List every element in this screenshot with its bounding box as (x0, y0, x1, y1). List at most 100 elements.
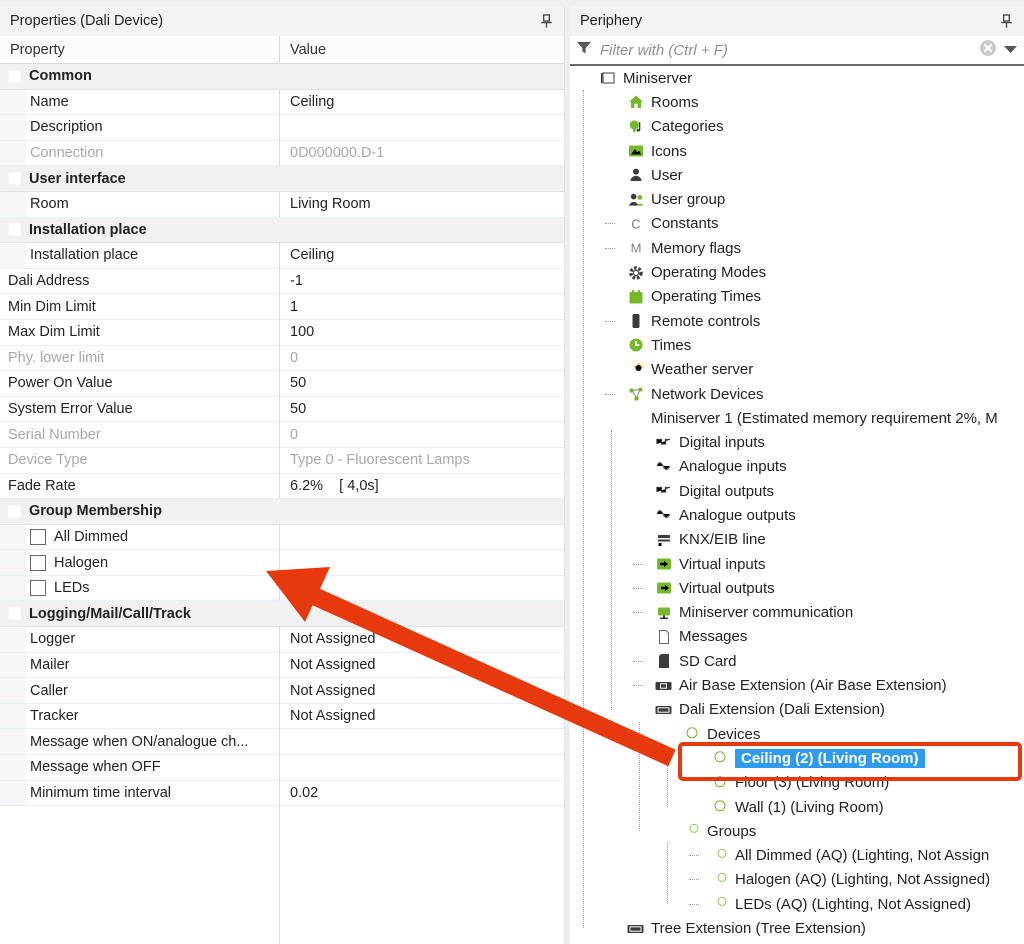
tree-item-devices[interactable]: NDevices (570, 722, 1024, 746)
column-header-value[interactable]: Value (280, 36, 564, 63)
chevron-down-icon[interactable] (1003, 41, 1018, 59)
section-group-membership[interactable]: Group Membership (0, 499, 564, 525)
pin-icon[interactable] (538, 13, 554, 29)
tree-item-digital-outputs[interactable]: Digital outputs (570, 479, 1024, 503)
tree-item-all-dimmed[interactable]: NAll Dimmed (AQ) (Lighting, Not Assign (570, 844, 1024, 868)
checkbox-leds[interactable] (30, 580, 46, 596)
property-value-cell[interactable]: Ceiling (280, 90, 564, 116)
expand-plus-icon[interactable] (605, 920, 618, 937)
tree-item-user-group[interactable]: User group (570, 187, 1024, 211)
tree-item-memory-flags[interactable]: MMemory flags (570, 236, 1024, 260)
tree-item-groups[interactable]: NGroups (570, 819, 1024, 843)
expand-plus-icon[interactable] (689, 750, 702, 767)
property-value-cell[interactable]: 100 (280, 320, 564, 346)
tree-item-operating-times[interactable]: Operating Times (570, 285, 1024, 309)
checkbox-all-dimmed[interactable] (30, 529, 46, 545)
tree-item-icons[interactable]: Icons (570, 139, 1024, 163)
tree-item-miniserver-communication[interactable]: Miniserver communication (570, 601, 1024, 625)
expand-plus-icon[interactable] (633, 434, 646, 451)
property-value-cell[interactable]: Not Assigned (280, 627, 564, 653)
expand-plus-icon[interactable] (689, 799, 702, 816)
expand-plus-icon[interactable] (633, 531, 646, 548)
tree-item-messages[interactable]: LOGMessages (570, 625, 1024, 649)
tree-item-knx-eib-line[interactable]: KNX/EIB line (570, 528, 1024, 552)
tree-item-tree-extension[interactable]: TREETree Extension (Tree Extension) (570, 916, 1024, 940)
property-value-cell[interactable]: 1 (280, 294, 564, 320)
property-value-cell[interactable]: Not Assigned (280, 704, 564, 730)
pin-icon[interactable] (998, 13, 1014, 29)
checkbox-halogen[interactable] (30, 555, 46, 571)
tree-item-user[interactable]: User (570, 163, 1024, 187)
collapse-minus-icon[interactable] (605, 410, 618, 427)
tree-item-halogen[interactable]: NHalogen (AQ) (Lighting, Not Assigned) (570, 868, 1024, 892)
collapse-minus-icon[interactable] (633, 701, 646, 718)
property-value-cell[interactable] (280, 755, 564, 781)
collapse-minus-icon[interactable] (8, 505, 21, 518)
property-value-cell[interactable] (280, 525, 564, 551)
tree-item-remote-controls[interactable]: Remote controls (570, 309, 1024, 333)
tree-item-air-base-extension[interactable]: AAir Base Extension (Air Base Extension) (570, 673, 1024, 697)
tree-item-leds[interactable]: NLEDs (AQ) (Lighting, Not Assigned) (570, 892, 1024, 916)
collapse-minus-icon[interactable] (661, 823, 674, 840)
tree-item-analogue-inputs[interactable]: Analogue inputs (570, 455, 1024, 479)
tree-item-dali-extension[interactable]: DALIDali Extension (Dali Extension) (570, 698, 1024, 722)
expand-plus-icon[interactable] (605, 167, 618, 184)
property-value-cell[interactable]: 50 (280, 371, 564, 397)
expand-plus-icon[interactable] (605, 337, 618, 354)
tree-item-analogue-outputs[interactable]: Analogue outputs (570, 503, 1024, 527)
tree-item-operating-modes[interactable]: Operating Modes (570, 260, 1024, 284)
property-value-cell[interactable]: Living Room (280, 192, 564, 218)
section-common[interactable]: Common (0, 64, 564, 90)
expand-plus-icon[interactable] (605, 361, 618, 378)
expand-plus-icon[interactable] (605, 191, 618, 208)
property-value-cell[interactable]: 0 (280, 346, 564, 372)
collapse-minus-icon[interactable] (8, 172, 21, 185)
section-user-interface[interactable]: User interface (0, 166, 564, 192)
expand-plus-icon[interactable] (633, 483, 646, 500)
property-value-cell[interactable]: Not Assigned (280, 678, 564, 704)
section-installation-place[interactable]: Installation place (0, 218, 564, 244)
clear-circle-icon[interactable] (979, 39, 997, 62)
expand-plus-icon[interactable] (605, 143, 618, 160)
tree-item-ceiling[interactable]: NCeiling (2) (Living Room) (570, 746, 1024, 770)
collapse-minus-icon[interactable] (8, 607, 21, 620)
tree-item-miniserver-1[interactable]: Miniserver 1 (Estimated memory requireme… (570, 406, 1024, 430)
tree-item-constants[interactable]: CConstants (570, 212, 1024, 236)
tree-item-sd-card[interactable]: SD Card (570, 649, 1024, 673)
tree-item-virtual-inputs[interactable]: Virtual inputs (570, 552, 1024, 576)
collapse-minus-icon[interactable] (8, 70, 21, 83)
property-value-cell[interactable]: Ceiling (280, 243, 564, 269)
tree-item-weather-server[interactable]: Weather server (570, 358, 1024, 382)
expand-plus-icon[interactable] (605, 264, 618, 281)
property-value-cell[interactable]: 0D000000.D-1 (280, 141, 564, 167)
expand-plus-icon[interactable] (689, 774, 702, 791)
collapse-minus-icon[interactable] (661, 726, 674, 743)
property-value-cell[interactable] (280, 550, 564, 576)
expand-plus-icon[interactable] (605, 94, 618, 111)
expand-plus-icon[interactable] (605, 118, 618, 135)
property-value-cell[interactable] (280, 115, 564, 141)
expand-plus-icon[interactable] (633, 507, 646, 524)
expand-plus-icon[interactable] (633, 458, 646, 475)
section-logging-mail-call-track[interactable]: Logging/Mail/Call/Track (0, 601, 564, 627)
property-value-cell[interactable]: 0 (280, 422, 564, 448)
expand-plus-icon[interactable] (605, 288, 618, 305)
column-header-property[interactable]: Property (0, 36, 280, 63)
property-value-cell[interactable] (280, 729, 564, 755)
expand-plus-icon[interactable] (633, 628, 646, 645)
property-value-cell[interactable]: Not Assigned (280, 653, 564, 679)
property-value-cell[interactable]: 50 (280, 397, 564, 423)
property-value-cell[interactable] (280, 576, 564, 602)
property-value-cell[interactable]: -1 (280, 269, 564, 295)
tree-item-times[interactable]: Times (570, 333, 1024, 357)
tree-item-floor[interactable]: NFloor (3) (Living Room) (570, 771, 1024, 795)
collapse-minus-icon[interactable] (8, 223, 21, 236)
tree-item-digital-inputs[interactable]: Digital inputs (570, 430, 1024, 454)
tree-item-miniserver[interactable]: Miniserver (570, 66, 1024, 90)
tree-item-categories[interactable]: Categories (570, 115, 1024, 139)
collapse-minus-icon[interactable] (577, 70, 590, 87)
property-value-cell[interactable]: 0.02 (280, 781, 564, 807)
tree-item-virtual-outputs[interactable]: Virtual outputs (570, 576, 1024, 600)
property-value-cell[interactable]: Type 0 - Fluorescent Lamps (280, 448, 564, 474)
tree-item-wall[interactable]: NWall (1) (Living Room) (570, 795, 1024, 819)
